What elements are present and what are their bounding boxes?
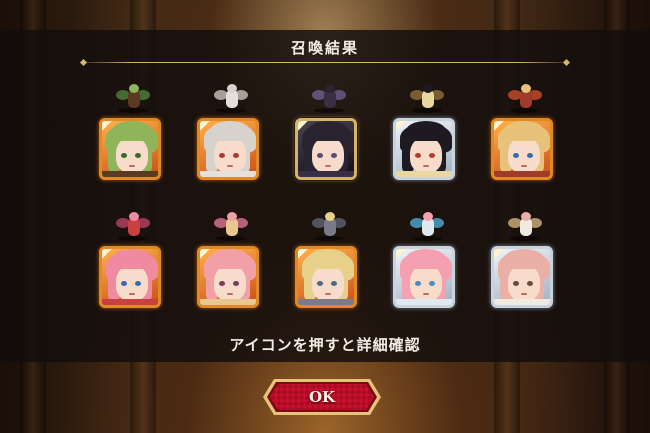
unit-sprite-icon xyxy=(502,84,546,114)
unit-sprite-icon xyxy=(306,212,350,242)
pink-hair-girl-2-portrait[interactable] xyxy=(197,246,259,308)
unit-sprite-icon xyxy=(404,212,448,242)
result-card xyxy=(194,212,266,312)
pink-hair-maid-portrait[interactable] xyxy=(393,246,455,308)
strawberry-blonde-girl-portrait[interactable] xyxy=(491,246,553,308)
green-hair-girl-portrait[interactable] xyxy=(99,118,161,180)
results-panel xyxy=(0,30,650,362)
ok-button-label: OK xyxy=(308,388,336,406)
ok-button[interactable]: OK xyxy=(262,378,382,416)
short-black-hair-girl-portrait[interactable] xyxy=(393,118,455,180)
blonde-girl-portrait[interactable] xyxy=(491,118,553,180)
title-divider xyxy=(79,58,571,67)
dialog-title: 召喚結果 xyxy=(290,39,359,57)
result-card xyxy=(292,84,364,184)
result-card xyxy=(292,212,364,312)
hint-text: アイコンを押すと詳細確認 xyxy=(229,336,421,354)
unit-sprite-icon xyxy=(404,84,448,114)
result-card xyxy=(390,84,462,184)
unit-sprite-icon xyxy=(208,212,252,242)
unit-sprite-icon xyxy=(502,212,546,242)
unit-sprite-icon xyxy=(110,212,154,242)
result-card xyxy=(488,212,560,312)
black-hair-girl-portrait[interactable] xyxy=(295,118,357,180)
result-card xyxy=(488,84,560,184)
result-card xyxy=(194,84,266,184)
silver-hair-girl-portrait[interactable] xyxy=(197,118,259,180)
pink-hair-girl-portrait[interactable] xyxy=(99,246,161,308)
result-card xyxy=(390,212,462,312)
result-card xyxy=(96,84,168,184)
result-card xyxy=(96,212,168,312)
blonde-knight-portrait[interactable] xyxy=(295,246,357,308)
unit-sprite-icon xyxy=(306,84,350,114)
unit-sprite-icon xyxy=(110,84,154,114)
unit-sprite-icon xyxy=(208,84,252,114)
